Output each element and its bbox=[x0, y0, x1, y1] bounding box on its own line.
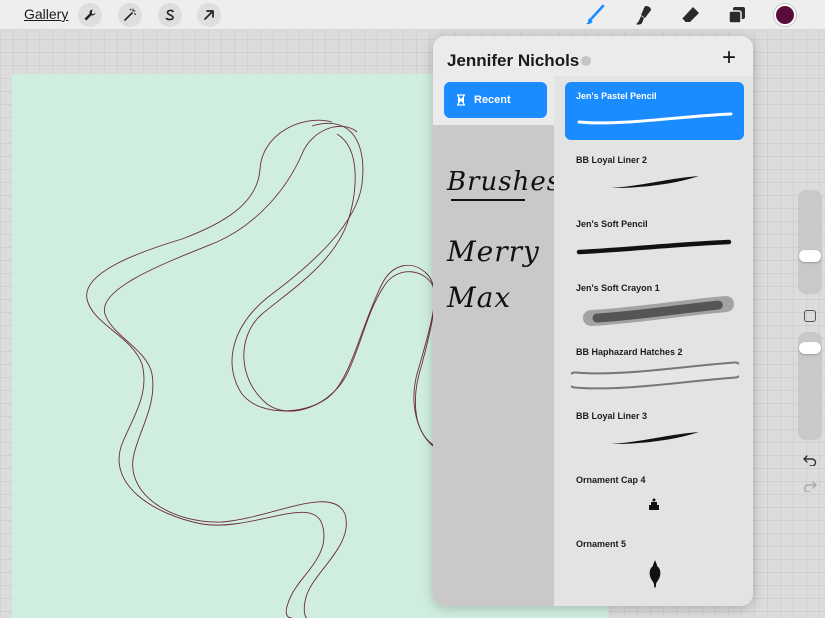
brush-set-brushes[interactable]: Brushes bbox=[447, 167, 561, 201]
modify-button[interactable] bbox=[804, 310, 816, 322]
brush-preview-stroke bbox=[611, 176, 699, 188]
brush-set-merry[interactable]: Merry bbox=[447, 235, 540, 268]
brush-item-ornament-5[interactable]: Ornament 5 bbox=[565, 530, 744, 600]
brush-set-max[interactable]: Max bbox=[447, 281, 511, 314]
brush-preview-stroke bbox=[649, 560, 661, 588]
undo-icon[interactable] bbox=[801, 453, 819, 467]
brush-item-ornament-cap-4[interactable]: Ornament Cap 4 bbox=[565, 466, 744, 524]
brush-library-panel: Jennifer Nichols + Brushes Merry Max Rec… bbox=[433, 36, 753, 606]
panel-title: Jennifer Nichols bbox=[447, 51, 580, 70]
brush-item-bb-loyal-liner-2[interactable]: BB Loyal Liner 2 bbox=[565, 146, 744, 204]
opacity-thumb[interactable] bbox=[799, 342, 821, 354]
handwritten-underline bbox=[451, 199, 525, 201]
brush-preview-stroke bbox=[583, 296, 734, 326]
layers-icon[interactable] bbox=[725, 3, 749, 27]
wrench-icon[interactable] bbox=[78, 3, 102, 27]
eraser-icon[interactable] bbox=[678, 3, 702, 27]
brush-preview-stroke bbox=[577, 112, 733, 125]
brush-item-jens-soft-crayon-1[interactable]: Jen's Soft Crayon 1 bbox=[565, 274, 744, 332]
brush-size-thumb[interactable] bbox=[799, 250, 821, 262]
brush-preview-stroke bbox=[576, 239, 732, 255]
brush-item-bb-loyal-liner-3[interactable]: BB Loyal Liner 3 bbox=[565, 402, 744, 460]
right-sidebar bbox=[795, 190, 825, 500]
brush-set-list: Brushes Merry Max bbox=[433, 125, 560, 606]
brush-icon[interactable] bbox=[583, 3, 607, 27]
brush-list: Jen's Pastel Pencil BB Loyal Liner 2 Jen… bbox=[554, 76, 753, 606]
smudge-icon[interactable] bbox=[631, 3, 655, 27]
selection-s-icon[interactable] bbox=[158, 3, 182, 27]
brush-item-jens-soft-pencil[interactable]: Jen's Soft Pencil bbox=[565, 210, 744, 268]
brush-item-jens-pastel-pencil[interactable]: Jen's Pastel Pencil bbox=[565, 82, 744, 140]
transform-arrow-icon[interactable] bbox=[197, 3, 221, 27]
brush-preview-stroke bbox=[649, 498, 659, 510]
brush-preview-stroke bbox=[611, 432, 699, 444]
color-picker-button[interactable] bbox=[774, 4, 796, 26]
brush-set-recent[interactable]: Recent bbox=[444, 82, 547, 118]
brush-item-bb-haphazard-hatches-2[interactable]: BB Haphazard Hatches 2 bbox=[565, 338, 744, 396]
opacity-slider[interactable] bbox=[798, 332, 822, 440]
brush-preview-stroke bbox=[571, 361, 739, 390]
sync-status-icon bbox=[581, 56, 591, 66]
magic-wand-icon[interactable] bbox=[118, 3, 142, 27]
add-brush-button[interactable]: + bbox=[722, 46, 736, 70]
brush-size-slider[interactable] bbox=[798, 190, 822, 294]
redo-icon[interactable] bbox=[801, 479, 819, 493]
top-toolbar: Gallery bbox=[0, 0, 825, 30]
hourglass-icon bbox=[457, 94, 465, 106]
gallery-button[interactable]: Gallery bbox=[24, 6, 68, 22]
